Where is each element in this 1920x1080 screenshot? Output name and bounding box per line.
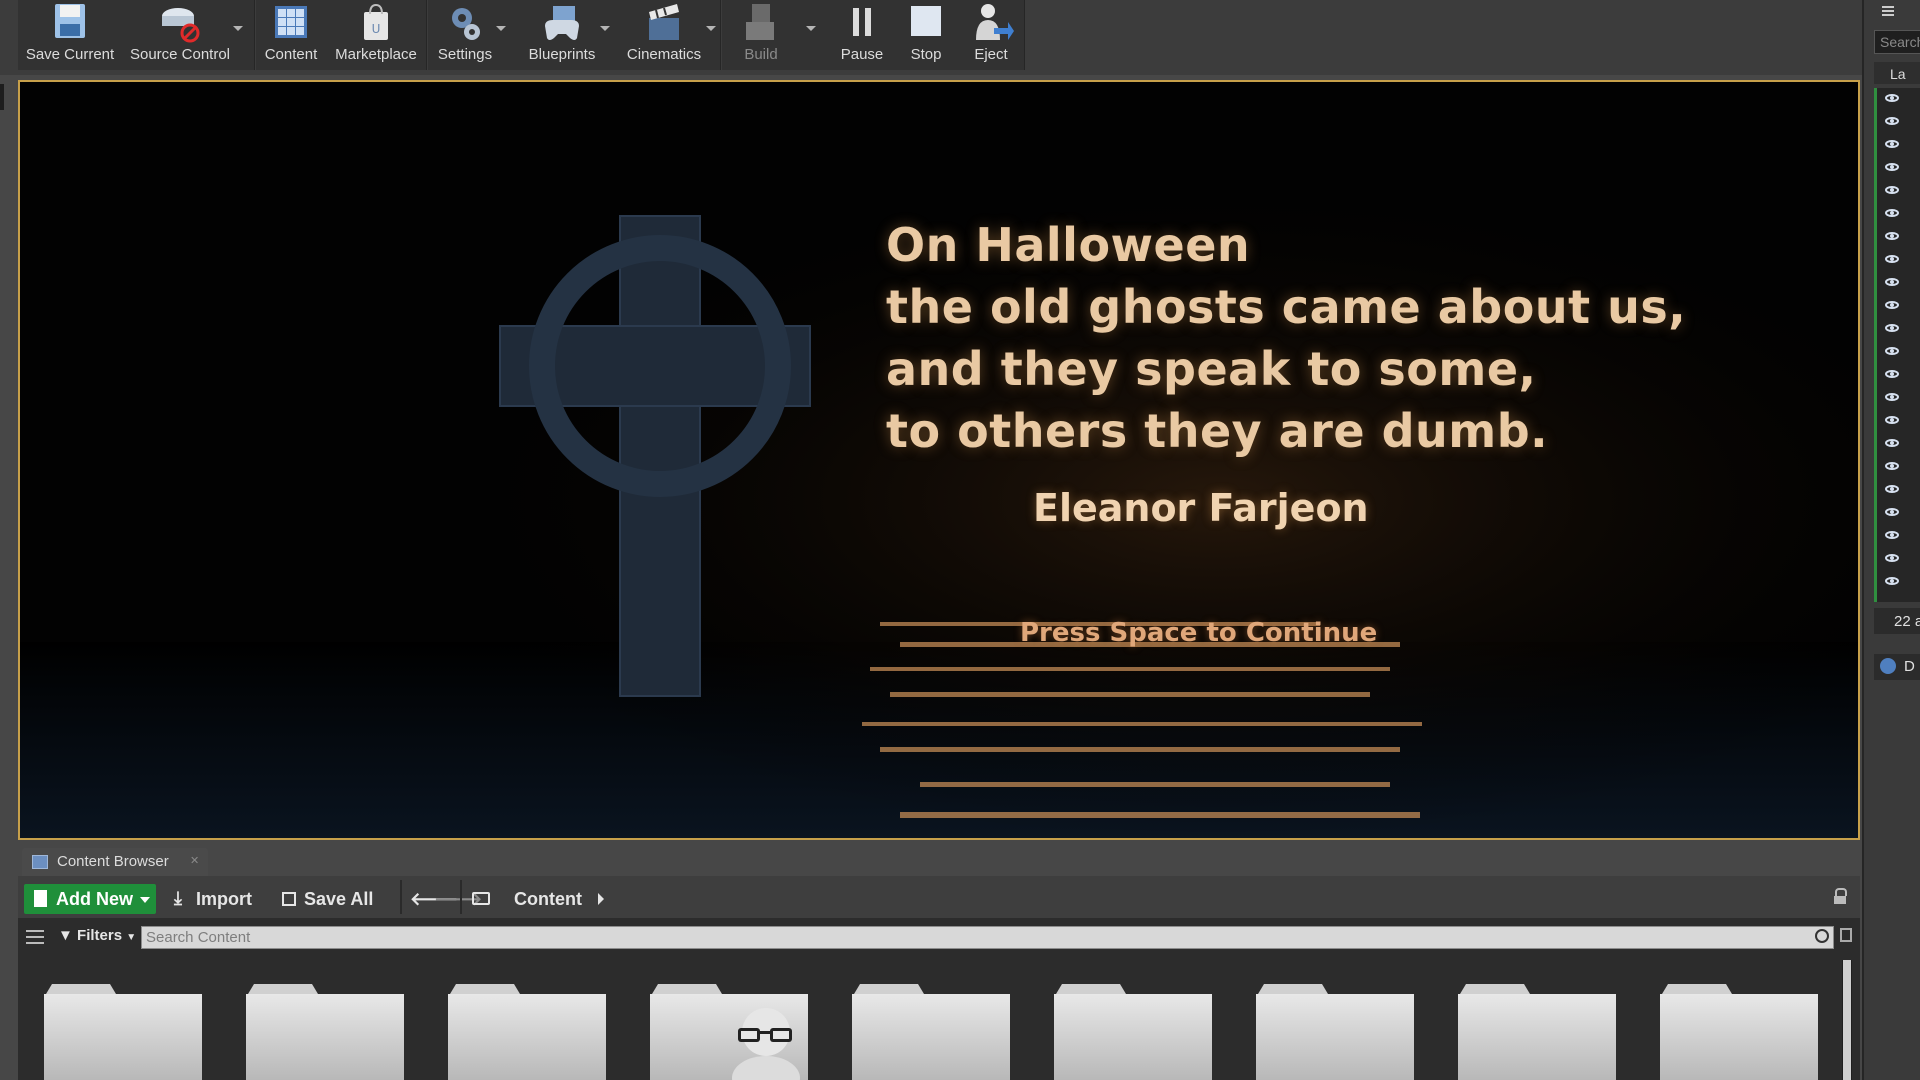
folder-icon[interactable] [650, 984, 808, 1080]
folder-icon[interactable] [1660, 984, 1818, 1080]
folder-icon[interactable] [44, 984, 202, 1080]
folder-icon[interactable] [448, 984, 606, 1080]
scrollbar-thumb[interactable] [1843, 960, 1851, 1080]
folder-icon[interactable] [852, 984, 1010, 1080]
content-scrollbar[interactable] [1842, 960, 1852, 1080]
folder-icon[interactable] [1054, 984, 1212, 1080]
folder-grid [44, 984, 1818, 1080]
folder-icon[interactable] [1458, 984, 1616, 1080]
folder-icon[interactable] [1256, 984, 1414, 1080]
folder-icon[interactable] [246, 984, 404, 1080]
